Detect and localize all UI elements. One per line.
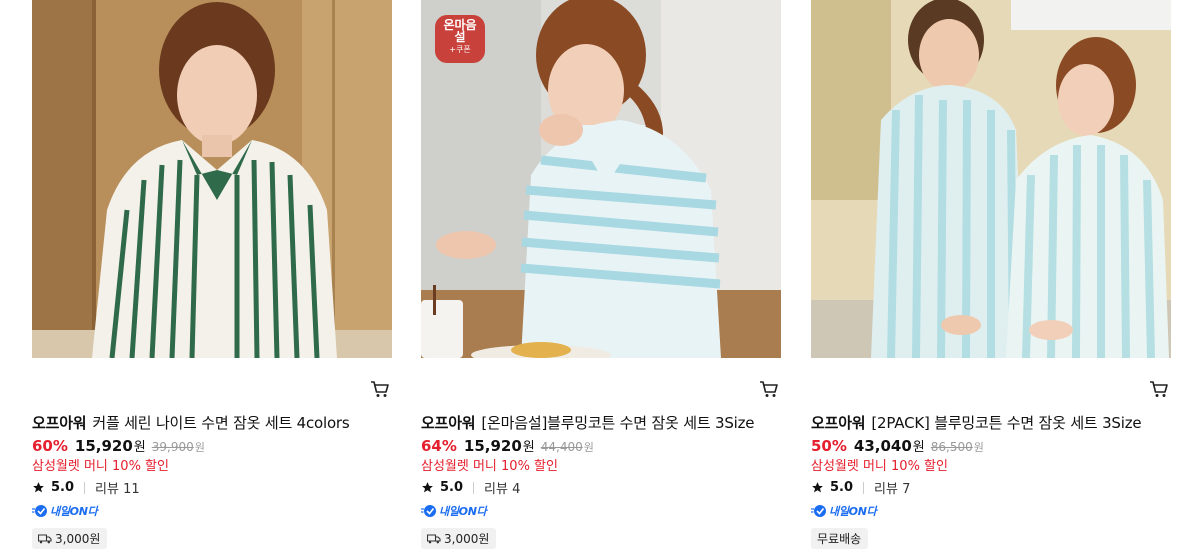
- delivery-badge-icon: [811, 505, 826, 517]
- promo-text: 삼성월렛 머니 10% 할인: [32, 459, 169, 474]
- shipping-fee: 3,000원: [421, 528, 497, 549]
- original-currency: 원: [194, 441, 205, 454]
- brand-name: 오프아워: [421, 414, 476, 432]
- review-count: 리뷰 4: [484, 482, 521, 497]
- discount-rate: 50%: [811, 437, 847, 455]
- shipping-fee-text: 무료배송: [817, 532, 862, 546]
- delivery-badge-text: 내일ON다: [829, 505, 877, 518]
- coupon-line3: +쿠폰: [449, 45, 471, 54]
- delivery-badge-icon: [421, 505, 436, 517]
- product-title[interactable]: 오프아워 [2PACK] 블루밍코튼 수면 잠옷 세트 3Size: [811, 412, 1142, 433]
- product-name: [2PACK] 블루밍코튼 수면 잠옷 세트 3Size: [871, 414, 1142, 432]
- discount-rate: 60%: [32, 437, 68, 455]
- rating-row: 5.0 리뷰 11: [32, 478, 140, 497]
- truck-icon: [38, 533, 52, 543]
- product-name: 커플 세린 나이트 수면 잠옷 세트 4colors: [92, 414, 350, 432]
- rating-row: 5.0 리뷰 4: [421, 478, 520, 497]
- review-count: 리뷰 7: [874, 482, 911, 497]
- delivery-badge: 내일ON다: [421, 503, 487, 519]
- product-card[interactable]: 오프아워 커플 세린 나이트 수면 잠옷 세트 4colors 60% 15,92…: [32, 0, 392, 560]
- divider: [473, 481, 475, 494]
- delivery-badge-text: 내일ON다: [50, 505, 98, 518]
- price-row: 64% 15,920 원 44,400 원: [421, 436, 594, 455]
- rating-value: 5.0: [440, 480, 464, 495]
- original-currency: 원: [973, 441, 984, 454]
- original-currency: 원: [583, 441, 594, 454]
- star-icon: [422, 482, 433, 493]
- star-icon: [812, 482, 823, 493]
- price-row: 60% 15,920 원 39,900 원: [32, 436, 205, 455]
- discount-rate: 64%: [421, 437, 457, 455]
- add-to-cart-icon[interactable]: [759, 380, 779, 398]
- sale-price: 15,920: [74, 437, 133, 455]
- shipping-fee: 3,000원: [32, 528, 108, 549]
- product-title[interactable]: 오프아워 커플 세린 나이트 수면 잠옷 세트 4colors: [32, 412, 350, 433]
- product-name: [온마음설]블루밍코튼 수면 잠옷 세트 3Size: [481, 414, 755, 432]
- sale-price: 43,040: [853, 437, 912, 455]
- currency: 원: [133, 440, 146, 455]
- divider: [84, 481, 86, 494]
- rating-value: 5.0: [830, 480, 854, 495]
- original-price: 44,400: [540, 440, 583, 454]
- product-image[interactable]: 온마음 설 +쿠폰: [421, 0, 781, 358]
- product-title[interactable]: 오프아워 [온마음설]블루밍코튼 수면 잠옷 세트 3Size: [421, 412, 755, 433]
- rating-row: 5.0 리뷰 7: [811, 478, 910, 497]
- promo-text: 삼성월렛 머니 10% 할인: [421, 459, 558, 474]
- brand-name: 오프아워: [811, 414, 866, 432]
- price-row: 50% 43,040 원 86,500 원: [811, 436, 984, 455]
- truck-icon: [427, 533, 441, 543]
- product-card[interactable]: 오프아워 [2PACK] 블루밍코튼 수면 잠옷 세트 3Size 50% 43,…: [811, 0, 1171, 560]
- delivery-badge-text: 내일ON다: [439, 505, 487, 518]
- delivery-badge: 내일ON다: [811, 503, 877, 519]
- original-price: 39,900: [151, 440, 194, 454]
- shipping-fee-text: 3,000원: [55, 532, 101, 546]
- product-grid: 오프아워 커플 세린 나이트 수면 잠옷 세트 4colors 60% 15,92…: [0, 0, 1186, 560]
- promo-text: 삼성월렛 머니 10% 할인: [811, 459, 948, 474]
- currency: 원: [912, 440, 925, 455]
- brand-name: 오프아워: [32, 414, 87, 432]
- product-image[interactable]: [811, 0, 1171, 358]
- shipping-fee-text: 3,000원: [444, 532, 490, 546]
- currency: 원: [522, 440, 535, 455]
- product-card[interactable]: 온마음 설 +쿠폰 오프아워 [온마음설]블루밍코튼 수면 잠옷 세트 3Size…: [421, 0, 781, 560]
- delivery-badge: 내일ON다: [32, 503, 98, 519]
- sale-price: 15,920: [463, 437, 522, 455]
- shipping-fee: 무료배송: [811, 528, 869, 549]
- product-image[interactable]: [32, 0, 392, 358]
- rating-value: 5.0: [51, 480, 75, 495]
- divider: [863, 481, 865, 494]
- original-price: 86,500: [930, 440, 973, 454]
- star-icon: [33, 482, 44, 493]
- add-to-cart-icon[interactable]: [370, 380, 390, 398]
- coupon-badge: 온마음 설 +쿠폰: [435, 15, 485, 63]
- delivery-badge-icon: [32, 505, 47, 517]
- add-to-cart-icon[interactable]: [1149, 380, 1169, 398]
- review-count: 리뷰 11: [95, 482, 140, 497]
- coupon-line2: 설: [454, 30, 466, 44]
